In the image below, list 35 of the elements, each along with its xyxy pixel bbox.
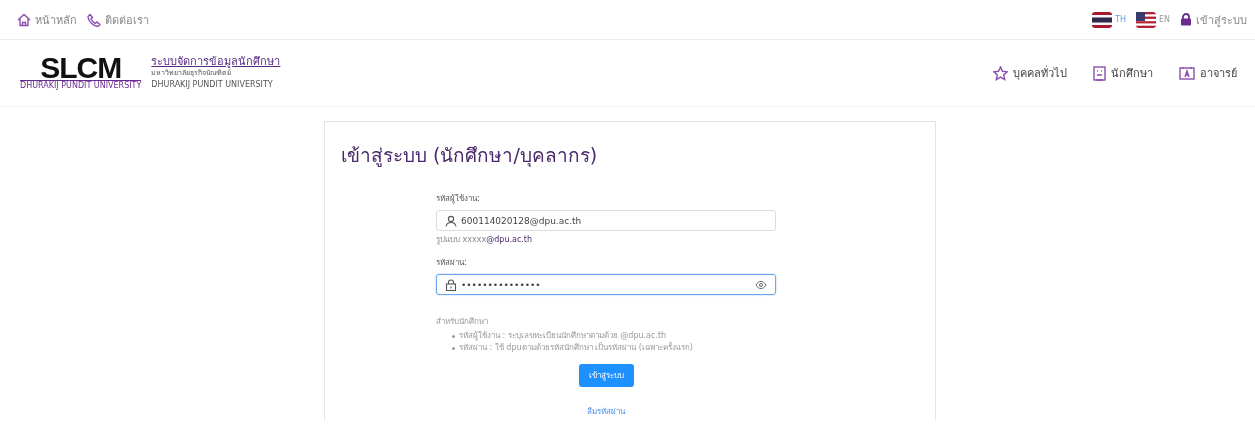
home-icon — [17, 12, 31, 27]
login-button[interactable]: เข้าสู่ระบบ — [578, 364, 634, 387]
user-icon — [445, 214, 457, 227]
portrait-icon — [1179, 66, 1195, 80]
field-label: รหัสผ่าน: — [436, 257, 468, 269]
format-hint: รูปแบบ xxxxx@dpu.ac.th — [436, 234, 534, 246]
top-nav-link[interactable]: หน้าหลัก — [17, 10, 77, 29]
lock-icon — [1180, 13, 1192, 26]
lock-icon — [445, 278, 457, 291]
nav-link[interactable]: อาจารย์ — [1179, 64, 1237, 82]
phone-icon — [87, 12, 101, 27]
username-field[interactable]: 600114020128@dpu.ac.th — [436, 210, 776, 231]
language-option[interactable]: TH — [1092, 11, 1126, 28]
thailand-flag-icon — [1092, 11, 1113, 28]
bullet-icon — [452, 346, 455, 350]
nav-link[interactable]: บุคคลทั่วไป — [993, 64, 1067, 82]
password-field[interactable]: ••••••••••••••• — [436, 274, 776, 295]
star-icon — [993, 65, 1008, 81]
note-text: รหัสผู้ใช้งาน : ระบุเลขทะเบียนนักศึกษาตามด้วย @dpu.ac.th — [459, 330, 667, 342]
top-nav-link[interactable]: ติดต่อเรา — [87, 10, 149, 29]
id-card-icon — [1093, 65, 1106, 81]
logo: SLCM DHURAKIJ PUNDIT UNIVERSITY — [20, 56, 142, 90]
language-option[interactable]: EN — [1135, 11, 1170, 28]
note-heading: สำหรับนักศึกษา — [436, 316, 489, 328]
university-name-english: DHURAKIJ PUNDIT UNIVERSITY — [151, 79, 274, 90]
usa-flag-icon — [1135, 11, 1156, 28]
login-link[interactable]: เข้าสู่ระบบ — [1180, 10, 1247, 29]
bullet-icon — [452, 334, 455, 338]
nav-link[interactable]: นักศึกษา — [1093, 64, 1153, 82]
forgot-password-link[interactable]: ลืมรหัสผ่าน — [587, 405, 625, 418]
eye-icon — [755, 279, 767, 290]
field-label: รหัสผู้ใช้งาน: — [436, 193, 481, 205]
site-title-link[interactable]: ระบบจัดการข้อมูลนักศึกษา — [151, 56, 281, 67]
note-text: รหัสผ่าน : ใช้ dpuตามด้วยรหัสนักศึกษา เป็นรหัสผ่าน (เฉพาะครั้งแรก) — [459, 342, 693, 354]
login-heading: เข้าสู่ระบบ (นักศึกษา/บุคลากร) — [341, 143, 599, 169]
